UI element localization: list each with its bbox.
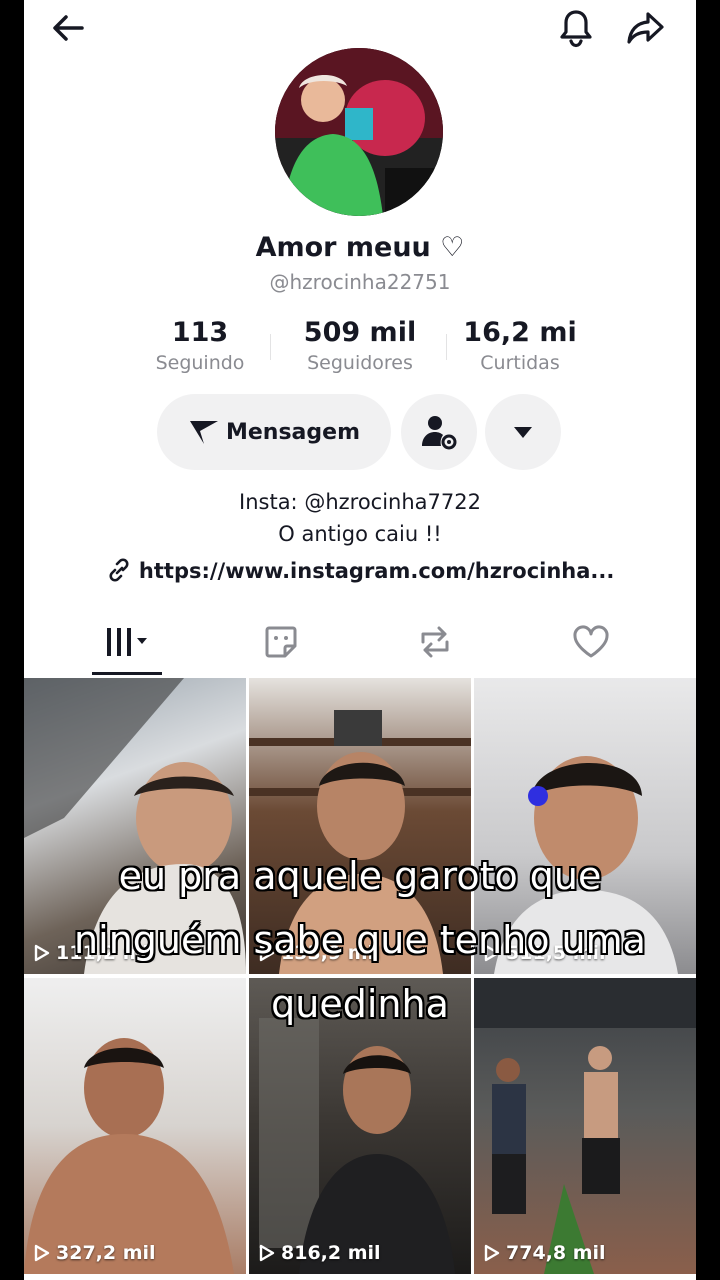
bio-line: O antigo caiu !! — [278, 522, 442, 546]
stat-following[interactable]: 113 Seguindo — [120, 316, 280, 380]
share-icon[interactable] — [622, 4, 670, 52]
stats-row: 113 Seguindo 509 mil Seguidores 16,2 mi … — [120, 316, 600, 380]
stat-divider — [446, 334, 447, 360]
view-count-text: 774,8 mil — [506, 1242, 606, 1264]
tab-videos[interactable] — [62, 610, 192, 674]
message-button-label: Mensagem — [225, 419, 360, 445]
view-count-text: 327,2 mil — [56, 1242, 156, 1264]
view-count-text: 816,2 mil — [281, 1242, 381, 1264]
stat-label: Seguidores — [307, 352, 413, 374]
stat-divider — [270, 334, 271, 360]
stat-likes[interactable]: 16,2 mi Curtidas — [440, 316, 600, 380]
content-tabs — [24, 610, 696, 678]
follow-settings-button[interactable] — [401, 394, 477, 470]
tab-reposts[interactable] — [370, 610, 500, 674]
username: @hzrocinha22751 — [269, 270, 451, 294]
more-options-button[interactable] — [485, 394, 561, 470]
profile-screen: Amor meuu ♡ @hzrocinha22751 113 Seguindo… — [24, 0, 696, 1280]
view-count: 327,2 mil — [34, 1242, 156, 1264]
stat-value: 16,2 mi — [463, 317, 577, 348]
stat-label: Seguindo — [155, 352, 245, 374]
tab-private[interactable] — [216, 610, 346, 674]
send-icon — [189, 421, 218, 444]
overlay-caption: eu pra aquele garoto que ninguém sabe qu… — [74, 854, 646, 1026]
avatar[interactable] — [275, 48, 443, 216]
bio-line: Insta: @hzrocinha7722 — [239, 490, 481, 514]
grid-icon — [107, 628, 147, 656]
play-icon — [259, 1244, 275, 1262]
caret-down-icon — [514, 427, 532, 438]
play-icon — [34, 1244, 50, 1262]
display-name: Amor meuu ♡ — [255, 232, 465, 263]
bio-link-text: https://www.instagram.com/hzrocinha... — [138, 559, 615, 583]
bio-link[interactable]: https://www.instagram.com/hzrocinha... — [24, 558, 696, 583]
stat-value: 509 mil — [303, 317, 417, 348]
back-arrow-icon[interactable] — [44, 4, 92, 52]
stat-followers[interactable]: 509 mil Seguidores — [280, 316, 440, 380]
repost-icon — [421, 626, 449, 658]
active-tab-indicator — [92, 672, 162, 675]
bell-icon[interactable] — [552, 4, 600, 52]
link-icon — [109, 558, 129, 582]
stat-value: 113 — [171, 317, 229, 348]
view-count: 816,2 mil — [259, 1242, 381, 1264]
stat-label: Curtidas — [480, 352, 560, 374]
tab-liked[interactable] — [526, 610, 656, 674]
heart-icon — [573, 625, 609, 658]
view-count: 774,8 mil — [484, 1242, 606, 1264]
play-icon — [484, 1244, 500, 1262]
message-button[interactable]: Mensagem — [157, 394, 391, 470]
sticker-icon — [265, 626, 297, 658]
user-gear-icon — [422, 416, 457, 450]
